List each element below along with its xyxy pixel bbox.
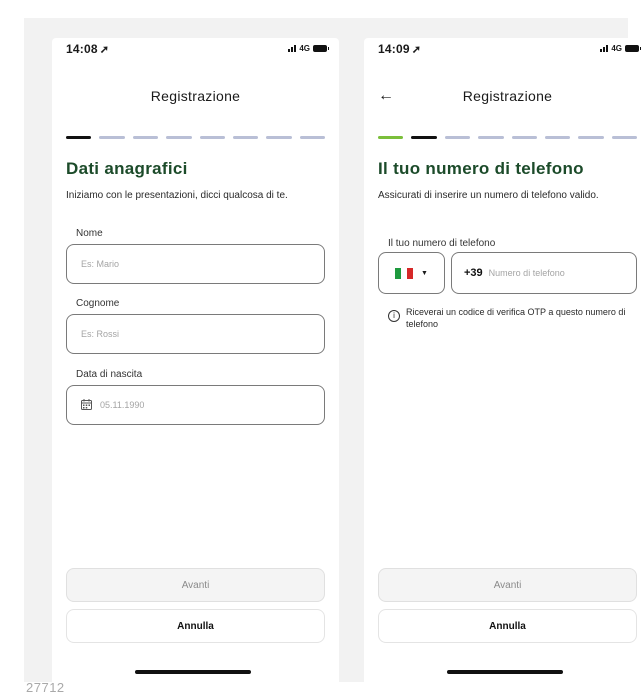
step-indicator	[99, 136, 125, 139]
status-bar: 14:08 ➚ 4G	[52, 38, 339, 64]
nome-placeholder: Es: Mario	[81, 259, 120, 269]
step-indicator	[199, 136, 225, 139]
phone-placeholder: Numero di telefono	[488, 268, 565, 278]
status-time: 14:09	[378, 42, 410, 56]
step-indicator	[299, 136, 325, 139]
network-label: 4G	[611, 44, 622, 53]
data-nascita-input[interactable]: 05.11.1990	[66, 385, 325, 425]
screen-numero-telefono: 14:09 ➚ 4G ← Registrazione Il tuo numero …	[364, 38, 641, 688]
step-indicator	[266, 136, 292, 139]
signal-icon	[600, 45, 609, 52]
phone-label: Il tuo numero di telefono	[388, 238, 496, 249]
network-label: 4G	[299, 44, 310, 53]
step-indicator	[166, 136, 192, 139]
page-title: Registrazione	[150, 88, 241, 104]
status-bar: 14:09 ➚ 4G	[364, 38, 641, 64]
nav-bar: ← Registrazione	[364, 87, 641, 110]
page-title: Registrazione	[462, 88, 553, 104]
calendar-icon	[81, 398, 92, 412]
data-nascita-placeholder: 05.11.1990	[100, 400, 145, 410]
step-indicator	[444, 136, 471, 139]
annulla-button[interactable]: Annulla	[66, 609, 325, 643]
data-nascita-label: Data di nascita	[76, 369, 143, 380]
image-caption: 27712	[26, 680, 65, 695]
nome-input[interactable]: Es: Mario	[66, 244, 325, 284]
step-indicator	[132, 136, 159, 139]
avanti-button[interactable]: Avanti	[378, 568, 637, 602]
step-indicator	[544, 136, 571, 139]
nome-label: Nome	[76, 228, 103, 239]
step-indicator	[611, 136, 637, 139]
otp-info: i Riceverai un codice di verifica OTP a …	[388, 306, 639, 330]
country-selector[interactable]: ▼	[378, 252, 445, 294]
screen-dati-anagrafici: 14:08 ➚ 4G Registrazione Dati anagrafici …	[52, 38, 339, 688]
battery-icon	[625, 45, 641, 52]
info-icon: i	[388, 310, 400, 322]
otp-info-text: Riceverai un codice di verifica OTP a qu…	[406, 307, 626, 329]
avanti-button[interactable]: Avanti	[66, 568, 325, 602]
cognome-placeholder: Es: Rossi	[81, 329, 120, 339]
canvas: 14:08 ➚ 4G Registrazione Dati anagrafici …	[24, 18, 641, 688]
phone-prefix: +39	[464, 267, 483, 279]
progress-steps	[66, 136, 325, 139]
caret-down-icon: ▼	[421, 269, 428, 277]
annulla-button[interactable]: Annulla	[378, 609, 637, 643]
step-indicator	[511, 136, 537, 139]
section-description: Iniziamo con le presentazioni, dicci qua…	[66, 190, 288, 201]
step-indicator	[66, 136, 92, 139]
phone-number-input[interactable]: +39 Numero di telefono	[451, 252, 637, 294]
signal-icon	[288, 45, 297, 52]
location-arrow-icon: ➚	[411, 44, 422, 56]
nav-bar: Registrazione	[52, 88, 339, 110]
section-heading: Il tuo numero di telefono	[378, 159, 584, 178]
battery-icon	[313, 45, 329, 52]
location-arrow-icon: ➚	[99, 44, 110, 56]
step-indicator	[478, 136, 504, 139]
italy-flag-icon	[395, 267, 414, 279]
section-heading: Dati anagrafici	[66, 159, 188, 178]
home-indicator[interactable]	[135, 670, 251, 674]
progress-steps	[378, 136, 637, 139]
step-indicator	[232, 136, 259, 139]
cognome-input[interactable]: Es: Rossi	[66, 314, 325, 354]
step-indicator	[578, 136, 604, 139]
section-description: Assicurati di inserire un numero di tele…	[378, 190, 599, 201]
status-time: 14:08	[66, 42, 98, 56]
home-indicator[interactable]	[447, 670, 563, 674]
step-indicator	[411, 136, 437, 139]
step-indicator	[378, 136, 404, 139]
cognome-label: Cognome	[76, 298, 120, 309]
